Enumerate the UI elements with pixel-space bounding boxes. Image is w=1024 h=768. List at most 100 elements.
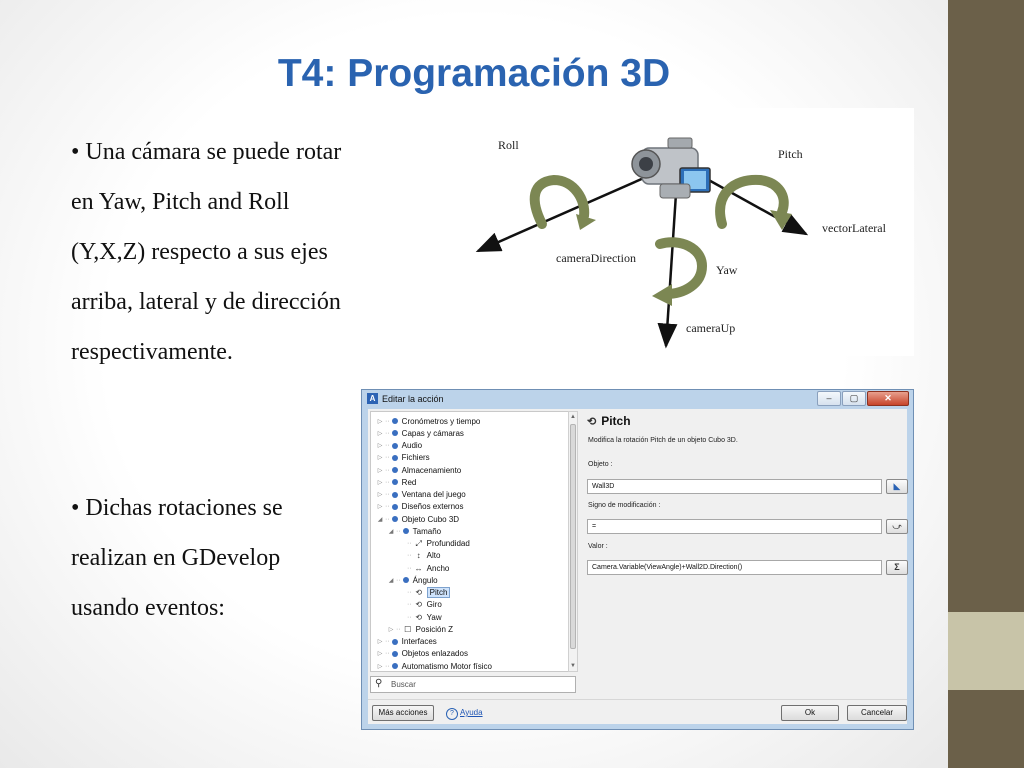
tree-item[interactable]: ▷ ·· Automatismo Motor físico bbox=[377, 660, 492, 671]
tree-item-label: Capas y cámaras bbox=[401, 428, 464, 438]
cancel-button[interactable]: Cancelar bbox=[847, 705, 907, 721]
tree-item-label: Interfaces bbox=[401, 637, 437, 646]
modifier-sign-field[interactable]: = bbox=[587, 519, 882, 534]
tree-item[interactable]: ·· ⟲ Giro bbox=[399, 599, 442, 611]
help-link[interactable]: ? Ayuda bbox=[446, 708, 483, 720]
search-input[interactable]: ⚲ Buscar bbox=[370, 676, 576, 693]
expand-arrow-icon[interactable]: ▷ bbox=[377, 467, 383, 474]
expand-arrow-icon[interactable]: ▷ bbox=[377, 663, 383, 670]
action-tree[interactable]: ▷ ·· Cronómetros y tiempo ▷ ·· Capas y cámara… bbox=[370, 411, 570, 672]
tree-item[interactable]: ▷ ·· Ventana del juego bbox=[377, 489, 466, 501]
scroll-up-icon[interactable]: ▲ bbox=[569, 413, 577, 421]
help-link-text: Ayuda bbox=[460, 708, 483, 717]
expand-arrow-icon[interactable]: ▷ bbox=[377, 418, 383, 425]
scroll-thumb[interactable] bbox=[570, 424, 576, 649]
slide-title: T4: Programación 3D bbox=[277, 52, 671, 95]
tree-item[interactable]: ▷ ·· Red bbox=[377, 476, 417, 488]
tree-item[interactable]: ▷ ·· Objetos enlazados bbox=[377, 648, 468, 660]
tree-item-label: Posición Z bbox=[415, 624, 454, 634]
tree-item[interactable]: ·· ↕ Alto bbox=[399, 550, 440, 562]
expand-arrow-icon[interactable]: ◢ bbox=[388, 528, 394, 535]
expand-arrow-icon[interactable]: ▷ bbox=[377, 638, 383, 645]
modifier-sign-label: Signo de modificación : bbox=[588, 502, 661, 509]
tree-item-label: Alto bbox=[426, 551, 441, 561]
tree-item[interactable]: ·· ↔ Ancho bbox=[399, 562, 449, 574]
tree-item[interactable]: ▷ ·· Diseños externos bbox=[377, 501, 464, 513]
tree-item-label: Red bbox=[401, 477, 417, 487]
rotate-icon: ⟲ bbox=[415, 588, 423, 597]
tree-item[interactable]: ◢ ·· Objeto Cubo 3D bbox=[377, 513, 459, 525]
close-button[interactable]: ✕ bbox=[867, 391, 909, 406]
action-title-text: Pitch bbox=[601, 414, 631, 428]
tree-item[interactable]: ·· ⟲ Yaw bbox=[399, 611, 442, 623]
tree-item[interactable]: ·· ⤢ Profundidad bbox=[399, 538, 470, 550]
expand-arrow-icon[interactable]: ▷ bbox=[377, 442, 383, 449]
tree-item-label: Cronómetros y tiempo bbox=[401, 416, 481, 426]
more-actions-button[interactable]: Más acciones bbox=[372, 705, 434, 721]
tree-item[interactable]: ◢ ·· Ángulo bbox=[388, 574, 438, 586]
window-controls: – ▢ ✕ bbox=[817, 391, 909, 406]
expand-arrow-icon[interactable]: ▷ bbox=[377, 454, 383, 461]
tree-item[interactable]: ▷ ·· Fichiers bbox=[377, 452, 430, 464]
object-field[interactable]: Wall3D bbox=[587, 479, 882, 494]
horizontal-resize-icon: ↔ bbox=[414, 563, 423, 573]
ok-button[interactable]: Ok bbox=[781, 705, 839, 721]
category-dot-icon bbox=[391, 516, 398, 522]
label-camera-up: cameraUp bbox=[686, 321, 735, 335]
expand-arrow-icon[interactable]: ▷ bbox=[377, 479, 383, 486]
expand-arrow-icon[interactable]: ▷ bbox=[377, 650, 383, 657]
maximize-button[interactable]: ▢ bbox=[842, 391, 866, 406]
search-icon: ⚲ bbox=[375, 678, 383, 689]
tree-item[interactable]: ▷ ·· Interfaces bbox=[377, 636, 437, 648]
vertical-resize-icon: ↕ bbox=[416, 551, 421, 561]
bullet-1-line: arriba, lateral y de dirección bbox=[71, 289, 341, 315]
category-dot-icon bbox=[391, 503, 398, 510]
slide: T4: Programación 3D • Una cámara se pued… bbox=[0, 0, 948, 768]
action-description: Modifica la rotación Pitch de un objeto … bbox=[588, 437, 738, 444]
minimize-button[interactable]: – bbox=[817, 391, 841, 406]
tree-connector: ·· bbox=[385, 662, 390, 670]
expand-arrow-icon[interactable]: ◢ bbox=[377, 516, 383, 523]
operator-picker-icon[interactable]: ⤻ bbox=[886, 519, 908, 534]
tree-connector: ·· bbox=[385, 503, 390, 511]
label-camera-direction: cameraDirection bbox=[556, 251, 636, 265]
tree-item-label: Ancho bbox=[426, 563, 450, 573]
bullet-1-line: en Yaw, Pitch and Roll bbox=[71, 189, 290, 215]
tree-item[interactable]: ▷ ·· Cronómetros y tiempo bbox=[377, 415, 481, 427]
tree-item[interactable]: ◢ ·· Tamaño bbox=[388, 525, 441, 537]
bullet-1-line: respectivamente. bbox=[71, 339, 233, 365]
object-picker-icon[interactable]: ◣ bbox=[886, 479, 908, 494]
category-dot-icon bbox=[391, 467, 398, 473]
tree-item[interactable]: ▷ ·· Audio bbox=[377, 440, 422, 452]
expand-arrow-icon[interactable]: ▷ bbox=[377, 491, 383, 498]
dialog-titlebar[interactable]: A Editar la acción – ▢ ✕ bbox=[362, 390, 913, 408]
tree-item[interactable]: ▷ ·· ☐ Posición Z bbox=[388, 623, 453, 635]
tree-item[interactable]: ▷ ·· Capas y cámaras bbox=[377, 427, 464, 439]
tree-item[interactable]: ·· ⟲ Pitch bbox=[399, 587, 451, 599]
category-dot-icon bbox=[391, 430, 398, 437]
object-label: Objeto : bbox=[588, 461, 613, 468]
expand-arrow-icon[interactable]: ▷ bbox=[377, 503, 383, 510]
tree-scrollbar[interactable]: ▲ ▼ bbox=[568, 411, 578, 672]
tree-item-label: Fichiers bbox=[401, 453, 430, 463]
value-field[interactable]: Camera.Variable(ViewAngle)+Wall2D.Direct… bbox=[587, 560, 882, 575]
tree-item-label: Diseños externos bbox=[401, 502, 464, 512]
tree-item[interactable]: ▷ ·· Almacenamiento bbox=[377, 464, 462, 476]
expand-arrow-icon[interactable]: ◢ bbox=[388, 577, 394, 584]
tree-item-label: Automatismo Motor físico bbox=[401, 661, 492, 671]
yaw-arrowhead bbox=[652, 284, 672, 306]
dialog-body: ▷ ·· Cronómetros y tiempo ▷ ·· Capas y cámara… bbox=[368, 409, 908, 724]
rotate-icon: ⟲ bbox=[587, 416, 597, 428]
expand-arrow-icon[interactable]: ▷ bbox=[388, 626, 394, 633]
search-placeholder: Buscar bbox=[391, 680, 416, 689]
label-roll: Roll bbox=[498, 138, 519, 152]
tree-connector: ·· bbox=[407, 552, 412, 560]
edit-action-dialog: A Editar la acción – ▢ ✕ ▷ ·· Cronómetros … bbox=[361, 389, 914, 730]
expand-arrow-icon[interactable]: ▷ bbox=[377, 430, 383, 437]
bullet-1-line: (Y,X,Z) respecto a sus ejes bbox=[71, 239, 328, 265]
expression-editor-icon[interactable]: Σ bbox=[886, 560, 908, 575]
scroll-down-icon[interactable]: ▼ bbox=[569, 662, 577, 670]
bullet-2-line: usando eventos: bbox=[71, 595, 225, 621]
label-vector-lateral: vectorLateral bbox=[822, 221, 887, 235]
bullet-2: • Dichas rotaciones se realizan en GDeve… bbox=[71, 483, 283, 633]
